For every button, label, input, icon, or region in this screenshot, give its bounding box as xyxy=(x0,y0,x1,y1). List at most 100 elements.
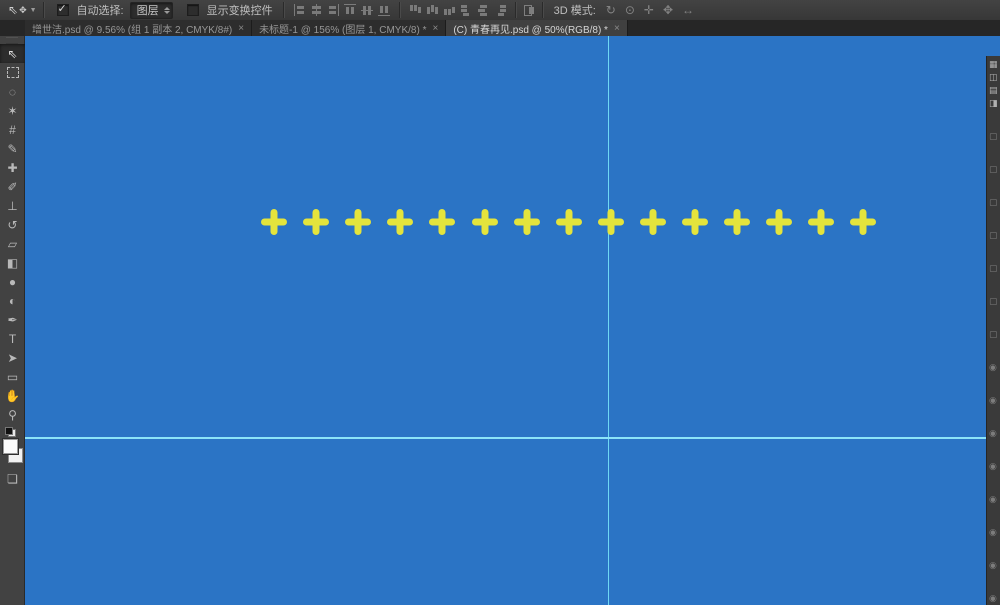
distribute-bottom-edges-icon[interactable] xyxy=(443,4,456,16)
plus-mark-9 xyxy=(598,209,624,235)
plus-mark-11 xyxy=(682,209,708,235)
align-vertical-centers-icon[interactable] xyxy=(361,4,374,16)
divider xyxy=(515,2,517,18)
auto-select-label: 自动选择: xyxy=(77,2,124,18)
layer-visibility-icon[interactable]: ◉ xyxy=(989,495,1000,504)
distribute-right-edges-icon[interactable] xyxy=(494,4,507,16)
foreground-background-swatches[interactable] xyxy=(2,439,24,463)
screen-mode-button[interactable]: ❏ xyxy=(0,469,25,488)
document-tab-title: 增世洁.psd @ 9.56% (组 1 副本 2, CMYK/8#) xyxy=(32,21,232,36)
3d-scale-icon[interactable]: ↔ xyxy=(682,3,694,17)
layer-visibility-icon[interactable]: ◉ xyxy=(989,396,1000,405)
distribute-top-edges-icon[interactable] xyxy=(409,4,422,16)
move-tool[interactable]: ⇖ xyxy=(0,44,25,63)
type-tool[interactable]: T xyxy=(0,329,25,348)
document-canvas[interactable] xyxy=(25,36,1000,605)
dodge-tool[interactable]: ◐ xyxy=(0,291,25,310)
layer-visibility-icon[interactable]: ◉ xyxy=(989,594,1000,603)
blur-tool[interactable]: ● xyxy=(0,272,25,291)
horizontal-guide[interactable] xyxy=(25,437,1000,439)
eyedropper-tool[interactable]: ✎ xyxy=(0,139,25,158)
document-tab-3[interactable]: (C) 青春再见.psd @ 50%(RGB/8) *× xyxy=(446,20,627,36)
align-icons-group xyxy=(293,4,391,16)
type-tool-icon: T xyxy=(9,333,16,345)
align-right-edges-icon[interactable] xyxy=(327,4,340,16)
show-transform-label: 显示变换控件 xyxy=(207,2,273,18)
document-tab-title: 未标题-1 @ 156% (图层 1, CMYK/8) * xyxy=(259,21,426,36)
quick-selection-tool[interactable]: ✶ xyxy=(0,101,25,120)
lasso-tool-icon: ◌ xyxy=(9,86,16,98)
close-icon[interactable]: × xyxy=(432,23,438,34)
layer-visibility-icon[interactable]: ◉ xyxy=(989,363,1000,372)
crop-tool[interactable]: # xyxy=(0,120,25,139)
clone-stamp-tool[interactable]: ⊥ xyxy=(0,196,25,215)
3d-rotate-icon[interactable]: ↻ xyxy=(606,3,616,17)
photoshop-window: ⇖ ✥ ▼ 自动选择: 图层 显示变换控件 3D 模式: ↻⊙✛✥↔ 增世洁.p… xyxy=(0,0,1000,605)
default-swatches-icon[interactable] xyxy=(5,427,16,437)
3d-mode-icons-group: ↻ ⊙ ✛ ✥ ↔ xyxy=(606,3,694,17)
divider xyxy=(399,2,401,18)
close-icon[interactable]: × xyxy=(238,23,244,34)
auto-select-target-dropdown[interactable]: 图层 xyxy=(130,2,173,19)
3d-roll-icon[interactable]: ⊙ xyxy=(625,3,635,17)
move-tool-cross-icon: ✥ xyxy=(19,5,27,16)
panel-tab-icon[interactable]: ▦ xyxy=(989,60,1000,69)
panel-tab-icon[interactable]: ▤ xyxy=(989,86,1000,95)
layer-visibility-icon[interactable]: ◉ xyxy=(989,561,1000,570)
right-panel-dock[interactable]: ▦◫▤◨▢▢▢▢▢▢▢◉◉◉◉◉◉◉◉ xyxy=(986,56,1000,605)
plus-mark-3 xyxy=(345,209,371,235)
divider xyxy=(283,2,285,18)
auto-select-checkbox[interactable] xyxy=(57,4,69,16)
tool-list: ⇖ ◌ ✶#✎✚ ✐ ⊥ ↺ ▱ ◧ ●◐ ✒ T ➤ ▭ ✋ ⚲ xyxy=(0,44,24,424)
align-horizontal-centers-icon[interactable] xyxy=(310,4,323,16)
document-tab-bar: 增世洁.psd @ 9.56% (组 1 副本 2, CMYK/8#)×未标题-… xyxy=(0,20,1000,36)
gradient-tool-icon: ◧ xyxy=(7,257,18,269)
divider xyxy=(542,2,544,18)
document-tab-1[interactable]: 增世洁.psd @ 9.56% (组 1 副本 2, CMYK/8#) × xyxy=(25,20,252,36)
hand-tool[interactable]: ✋ xyxy=(0,386,25,405)
zoom-tool-icon: ⚲ xyxy=(8,409,17,421)
clone-stamp-tool-icon: ⊥ xyxy=(7,200,17,212)
distribute-vertical-centers-icon[interactable] xyxy=(426,4,439,16)
pen-tool[interactable]: ✒ xyxy=(0,310,25,329)
eraser-tool[interactable]: ▱ xyxy=(0,234,25,253)
show-transform-checkbox[interactable] xyxy=(187,4,199,16)
align-bottom-edges-icon[interactable] xyxy=(378,4,391,16)
brush-tool-icon: ✐ xyxy=(7,181,17,193)
path-selection-tool-icon: ➤ xyxy=(7,352,17,364)
pen-tool-icon: ✒ xyxy=(7,314,17,326)
history-brush-tool-icon: ↺ xyxy=(7,219,17,231)
close-icon[interactable]: × xyxy=(614,23,620,34)
distribute-left-edges-icon[interactable] xyxy=(460,4,473,16)
gradient-tool[interactable]: ◧ xyxy=(0,253,25,272)
align-top-edges-icon[interactable] xyxy=(344,4,357,16)
align-left-edges-icon[interactable] xyxy=(293,4,306,16)
healing-brush-tool[interactable]: ✚ xyxy=(0,158,25,177)
tool-preset-picker[interactable]: ⇖ ✥ ▼ xyxy=(8,3,37,17)
3d-slide-icon[interactable]: ✥ xyxy=(663,3,673,17)
3d-pan-icon[interactable]: ✛ xyxy=(644,3,654,17)
shape-tool[interactable]: ▭ xyxy=(0,367,25,386)
layer-visibility-icon[interactable]: ◉ xyxy=(989,429,1000,438)
panel-row-icon: ▢ xyxy=(989,231,1000,240)
distribute-horizontal-centers-icon[interactable] xyxy=(477,4,490,16)
foreground-color-swatch[interactable] xyxy=(3,439,18,454)
rectangular-marquee-tool[interactable] xyxy=(0,63,25,82)
panel-tab-icon[interactable]: ◨ xyxy=(989,99,1000,108)
brush-tool[interactable]: ✐ xyxy=(0,177,25,196)
panel-grip[interactable] xyxy=(6,37,18,44)
chevron-down-icon: ▼ xyxy=(30,7,37,14)
layer-visibility-icon[interactable]: ◉ xyxy=(989,528,1000,537)
lasso-tool[interactable]: ◌ xyxy=(0,82,25,101)
auto-align-layers-icon[interactable] xyxy=(523,4,536,16)
shape-tool-icon: ▭ xyxy=(7,371,18,383)
panel-tab-icon[interactable]: ◫ xyxy=(989,73,1000,82)
history-brush-tool[interactable]: ↺ xyxy=(0,215,25,234)
zoom-tool[interactable]: ⚲ xyxy=(0,405,25,424)
path-selection-tool[interactable]: ➤ xyxy=(0,348,25,367)
layer-visibility-icon[interactable]: ◉ xyxy=(989,462,1000,471)
document-tab-2[interactable]: 未标题-1 @ 156% (图层 1, CMYK/8) * × xyxy=(252,20,446,36)
plus-mark-12 xyxy=(724,209,750,235)
plus-mark-15 xyxy=(850,209,876,235)
vertical-guide[interactable] xyxy=(608,36,609,605)
